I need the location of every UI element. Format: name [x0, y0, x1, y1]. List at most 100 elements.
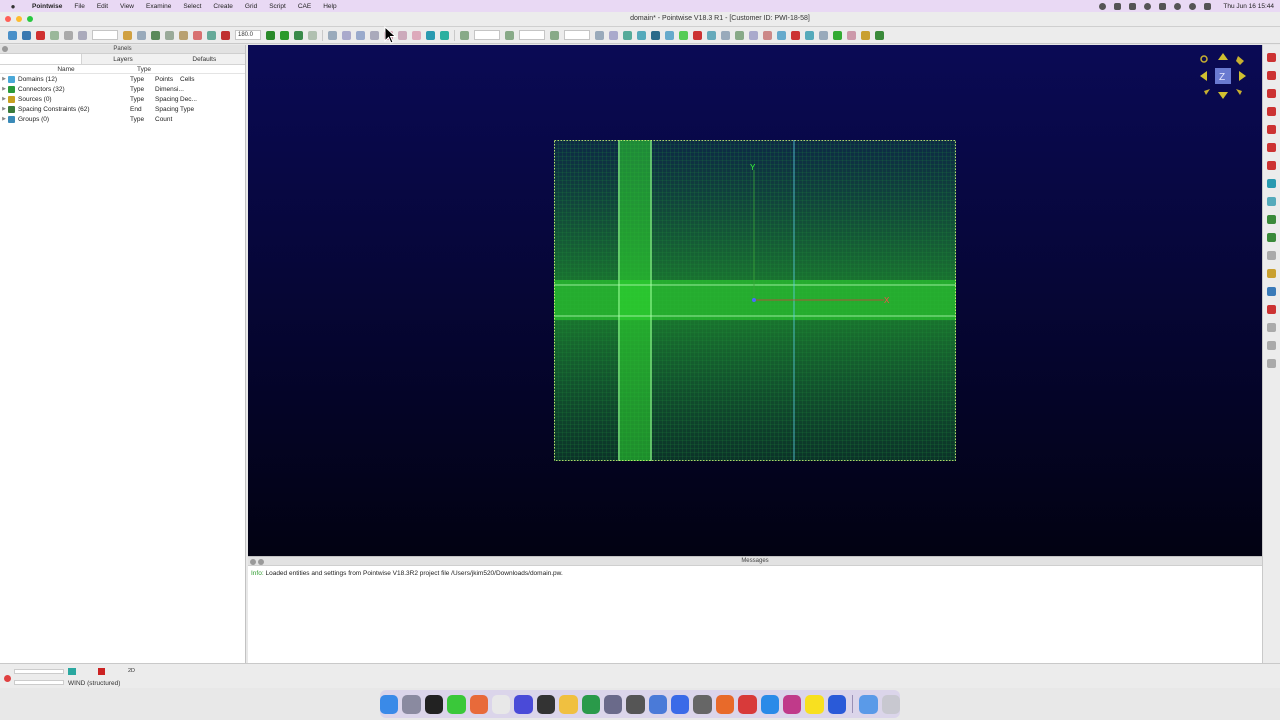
search-icon[interactable]: [1189, 2, 1197, 10]
lasso-icon[interactable]: [78, 30, 87, 40]
rotate-icon[interactable]: [221, 30, 230, 40]
chrome-icon[interactable]: [491, 694, 511, 714]
view-icon[interactable]: [137, 30, 146, 40]
menu-select[interactable]: Select: [177, 3, 207, 10]
expand-icon[interactable]: ▶: [0, 96, 8, 102]
eye2-icon[interactable]: [1267, 323, 1276, 332]
menu-cae[interactable]: CAE: [292, 3, 317, 10]
menu-examine[interactable]: Examine: [140, 3, 177, 10]
view-zx-icon[interactable]: [1267, 107, 1276, 116]
tab-layers[interactable]: Layers: [82, 54, 163, 64]
extrude-icon[interactable]: [623, 30, 632, 40]
message-line[interactable]: Info: Loaded entities and settings from …: [248, 566, 1262, 581]
tab-defaults[interactable]: Defaults: [164, 54, 245, 64]
open-icon[interactable]: [22, 30, 31, 40]
distribution-field[interactable]: [564, 30, 590, 40]
downloads-icon[interactable]: [859, 694, 878, 714]
view-iso-icon[interactable]: [1267, 161, 1276, 170]
domain2-icon[interactable]: [398, 30, 407, 40]
code-icon[interactable]: [536, 694, 556, 714]
arrow-icon[interactable]: [356, 30, 365, 40]
fit-icon[interactable]: [1267, 197, 1276, 206]
expand-icon[interactable]: ▶: [0, 86, 8, 92]
calculator-icon[interactable]: [626, 694, 645, 714]
diamond-icon[interactable]: [328, 30, 337, 40]
spline-icon[interactable]: [308, 30, 317, 40]
apple-icon[interactable]: ●: [8, 1, 18, 11]
stop-icon[interactable]: [1114, 2, 1122, 10]
solver-status[interactable]: WIND (structured): [68, 680, 120, 687]
color-icon[interactable]: [179, 30, 188, 40]
tree-row-spacing-constraints[interactable]: ▶ Spacing Constraints (62) End Spacing T…: [0, 104, 245, 114]
menu-help[interactable]: Help: [317, 3, 342, 10]
save-icon[interactable]: [8, 30, 17, 40]
bluetooth-icon[interactable]: [1159, 2, 1167, 10]
error-status-icon[interactable]: [98, 668, 105, 675]
dimension-mode[interactable]: 2D: [128, 668, 135, 674]
script-icon[interactable]: [819, 30, 828, 40]
zoom-icon[interactable]: [1267, 215, 1276, 224]
matlab-icon[interactable]: [715, 694, 735, 714]
bluetooth-app-icon[interactable]: [603, 694, 623, 714]
smooth-icon[interactable]: [609, 30, 618, 40]
column-name[interactable]: Name: [0, 65, 132, 73]
select-icon[interactable]: [64, 30, 73, 40]
pan-icon[interactable]: [1267, 233, 1276, 242]
expand-icon[interactable]: ▶: [0, 76, 8, 82]
square-icon[interactable]: [370, 30, 379, 40]
trash-icon[interactable]: [881, 694, 900, 714]
finder-icon[interactable]: [380, 694, 399, 714]
examine-icon[interactable]: [735, 30, 744, 40]
tree-row-groups[interactable]: ▶ Groups (0) Type Count: [0, 114, 245, 124]
glyph-icon[interactable]: [805, 30, 814, 40]
moon-icon[interactable]: [1144, 2, 1152, 10]
spacing-icon[interactable]: [505, 30, 514, 40]
notes-icon[interactable]: [559, 694, 578, 714]
wifi-icon[interactable]: [1174, 2, 1182, 10]
pointwise-icon[interactable]: [738, 694, 757, 714]
terminal-icon[interactable]: [424, 694, 444, 714]
tree-row-domains[interactable]: ▶ Domains (12) Type Points Cells: [0, 74, 245, 84]
project-icon[interactable]: [637, 30, 646, 40]
vpn-icon[interactable]: [648, 694, 668, 714]
eraser-icon[interactable]: [847, 30, 856, 40]
probe-icon[interactable]: [721, 30, 730, 40]
domain3-icon[interactable]: [412, 30, 421, 40]
layers-view-icon[interactable]: [1267, 287, 1276, 296]
view-zy-icon[interactable]: [1267, 143, 1276, 152]
line-icon[interactable]: [266, 30, 275, 40]
dimension-icon[interactable]: [460, 30, 469, 40]
distribution-icon[interactable]: [550, 30, 559, 40]
display-icon[interactable]: [165, 30, 174, 40]
redo-icon[interactable]: [50, 30, 59, 40]
column-type[interactable]: Type: [132, 65, 156, 73]
tree-row-connectors[interactable]: ▶ Connectors (32) Type Dimensi...: [0, 84, 245, 94]
light-icon[interactable]: [1267, 269, 1276, 278]
lighting-icon[interactable]: [193, 30, 202, 40]
menu-edit[interactable]: Edit: [91, 3, 114, 10]
render-icon[interactable]: [207, 30, 216, 40]
pencil-icon[interactable]: [123, 30, 132, 40]
star-icon[interactable]: [861, 30, 870, 40]
menu-view[interactable]: View: [114, 3, 140, 10]
word-icon[interactable]: [827, 694, 847, 714]
cae-icon[interactable]: [651, 30, 660, 40]
kakao-icon[interactable]: [805, 694, 824, 714]
expand-icon[interactable]: ▶: [0, 116, 8, 122]
stop-sign-icon[interactable]: [693, 30, 702, 40]
screen-icon[interactable]: [1129, 2, 1137, 10]
block-status-icon[interactable]: [68, 668, 76, 675]
wand-icon[interactable]: [875, 30, 884, 40]
dimension-field[interactable]: [474, 30, 500, 40]
measure-icon[interactable]: [707, 30, 716, 40]
green-dot-icon[interactable]: [679, 30, 688, 40]
mark-icon[interactable]: [763, 30, 772, 40]
graphics-viewport[interactable]: Y X Z: [248, 45, 1262, 556]
layer-icon[interactable]: [777, 30, 786, 40]
menu-create[interactable]: Create: [207, 3, 239, 10]
curve-icon[interactable]: [280, 30, 289, 40]
menubar-clock[interactable]: Thu Jun 16 15:44: [1223, 3, 1274, 10]
diamond2-icon[interactable]: [342, 30, 351, 40]
menu-pointwise[interactable]: Pointwise: [26, 3, 68, 10]
close-panel-icon[interactable]: [2, 46, 8, 52]
